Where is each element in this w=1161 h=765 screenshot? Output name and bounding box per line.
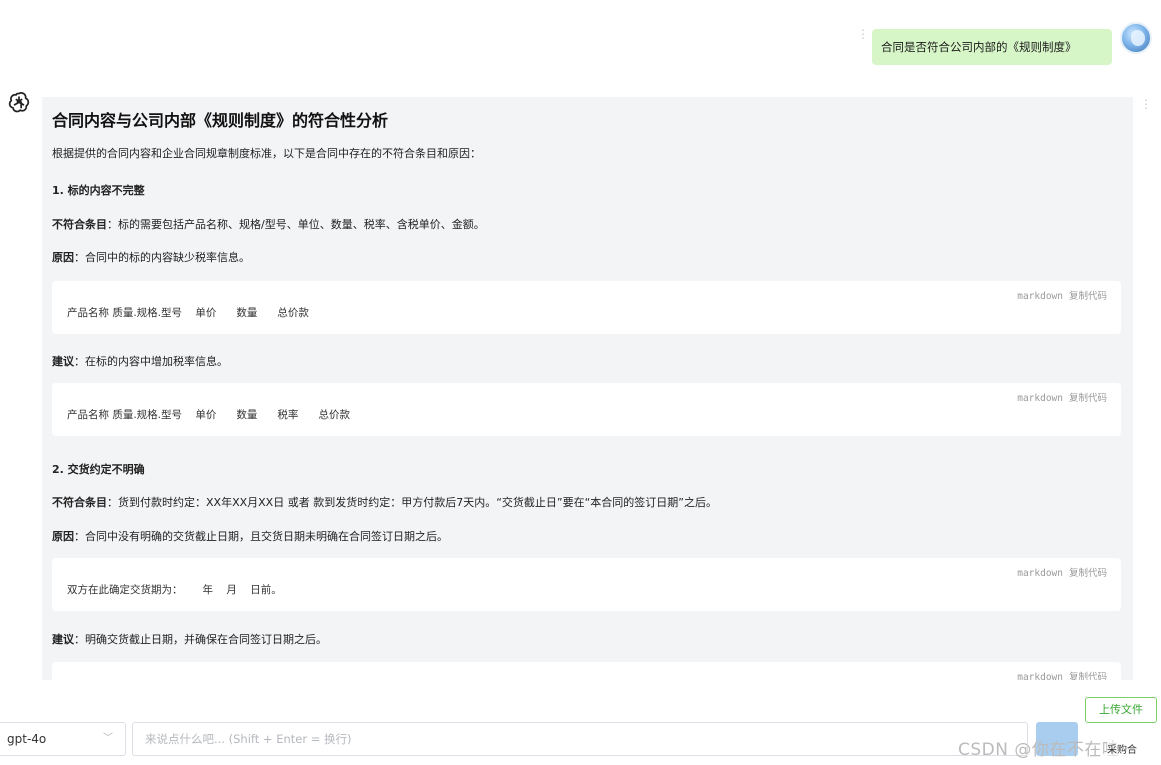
more-options-icon[interactable]: ⋮	[857, 28, 869, 40]
noncompliance-label: 不符合条目	[52, 496, 107, 509]
section-heading: 1. 标的内容不完整	[52, 184, 145, 197]
chevron-down-icon: ﹀	[103, 733, 113, 744]
code-block: markdown 复制代码	[52, 662, 1121, 680]
code-language-label: markdown	[1017, 568, 1063, 579]
user-avatar	[1120, 22, 1152, 54]
suggestion-label: 建议	[52, 355, 74, 368]
reason-label: 原因	[52, 530, 74, 543]
suggestion-text: ：在标的内容中增加税率信息。	[74, 355, 228, 368]
reason-item: 原因：合同中的标的内容缺少税率信息。	[52, 249, 250, 265]
watermark: CSDN @你在不在哇	[958, 740, 1120, 760]
code-language-label: markdown	[1017, 672, 1063, 680]
noncompliance-item: 不符合条目：标的需要包括产品名称、规格/型号、单位、数量、税率、含税单价、金额。	[52, 216, 485, 232]
user-message-bubble: 合同是否符合公司内部的《规则制度》	[872, 29, 1112, 65]
openai-logo-icon	[8, 92, 30, 113]
suggestion-text: ：明确交货截止日期，并确保在合同签订日期之后。	[74, 633, 327, 646]
code-block: markdown 复制代码 产品名称 质量.规格.型号 单价 数量 总价款	[52, 281, 1121, 334]
user-message-row: ⋮ 合同是否符合公司内部的《规则制度》	[0, 22, 1161, 72]
code-block-header: markdown 复制代码	[1017, 288, 1107, 302]
chat-input[interactable]	[132, 722, 1028, 756]
copy-code-button[interactable]: 复制代码	[1069, 568, 1107, 579]
copy-code-button[interactable]: 复制代码	[1069, 393, 1107, 404]
model-select[interactable]: gpt-4o ﹀	[0, 722, 126, 756]
noncompliance-item: 不符合条目：货到付款时约定：XX年XX月XX日 或者 款到发货时约定：甲方付款后…	[52, 494, 717, 510]
more-options-icon[interactable]: ⋮	[1140, 98, 1152, 110]
code-content: 产品名称 质量.规格.型号 单价 数量 总价款	[67, 307, 309, 319]
noncompliance-text: ：货到付款时约定：XX年XX月XX日 或者 款到发货时约定：甲方付款后7天内。“…	[107, 496, 717, 509]
code-block-header: markdown 复制代码	[1017, 669, 1107, 680]
code-language-label: markdown	[1017, 393, 1063, 404]
input-hint-text: 采购合	[1107, 741, 1137, 756]
model-select-value: gpt-4o	[7, 732, 47, 746]
noncompliance-label: 不符合条目	[52, 218, 107, 231]
assistant-message-card: 合同内容与公司内部《规则制度》的符合性分析 根据提供的合同内容和企业合同规章制度…	[42, 97, 1133, 680]
code-block-header: markdown 复制代码	[1017, 390, 1107, 404]
suggestion-label: 建议	[52, 633, 74, 646]
code-language-label: markdown	[1017, 291, 1063, 302]
response-title: 合同内容与公司内部《规则制度》的符合性分析	[52, 111, 389, 130]
copy-code-button[interactable]: 复制代码	[1069, 672, 1107, 680]
copy-code-button[interactable]: 复制代码	[1069, 291, 1107, 302]
code-content: 产品名称 质量.规格.型号 单价 数量 税率 总价款	[67, 409, 350, 421]
upload-file-button[interactable]: 上传文件	[1085, 697, 1157, 723]
suggestion-item: 建议：明确交货截止日期，并确保在合同签订日期之后。	[52, 631, 327, 647]
code-block: markdown 复制代码 产品名称 质量.规格.型号 单价 数量 税率 总价款	[52, 383, 1121, 436]
reason-item: 原因：合同中没有明确的交货截止日期，且交货日期未明确在合同签订日期之后。	[52, 528, 448, 544]
code-content: 双方在此确定交货期为： 年 月 日前。	[67, 584, 282, 596]
reason-text: ：合同中的标的内容缺少税率信息。	[74, 251, 250, 264]
suggestion-item: 建议：在标的内容中增加税率信息。	[52, 353, 228, 369]
noncompliance-text: ：标的需要包括产品名称、规格/型号、单位、数量、税率、含税单价、金额。	[107, 218, 485, 231]
section-heading: 2. 交货约定不明确	[52, 463, 145, 476]
response-intro: 根据提供的合同内容和企业合同规章制度标准，以下是合同中存在的不符合条目和原因：	[52, 147, 481, 160]
code-block-header: markdown 复制代码	[1017, 565, 1107, 579]
reason-label: 原因	[52, 251, 74, 264]
reason-text: ：合同中没有明确的交货截止日期，且交货日期未明确在合同签订日期之后。	[74, 530, 448, 543]
code-block: markdown 复制代码 双方在此确定交货期为： 年 月 日前。	[52, 558, 1121, 611]
